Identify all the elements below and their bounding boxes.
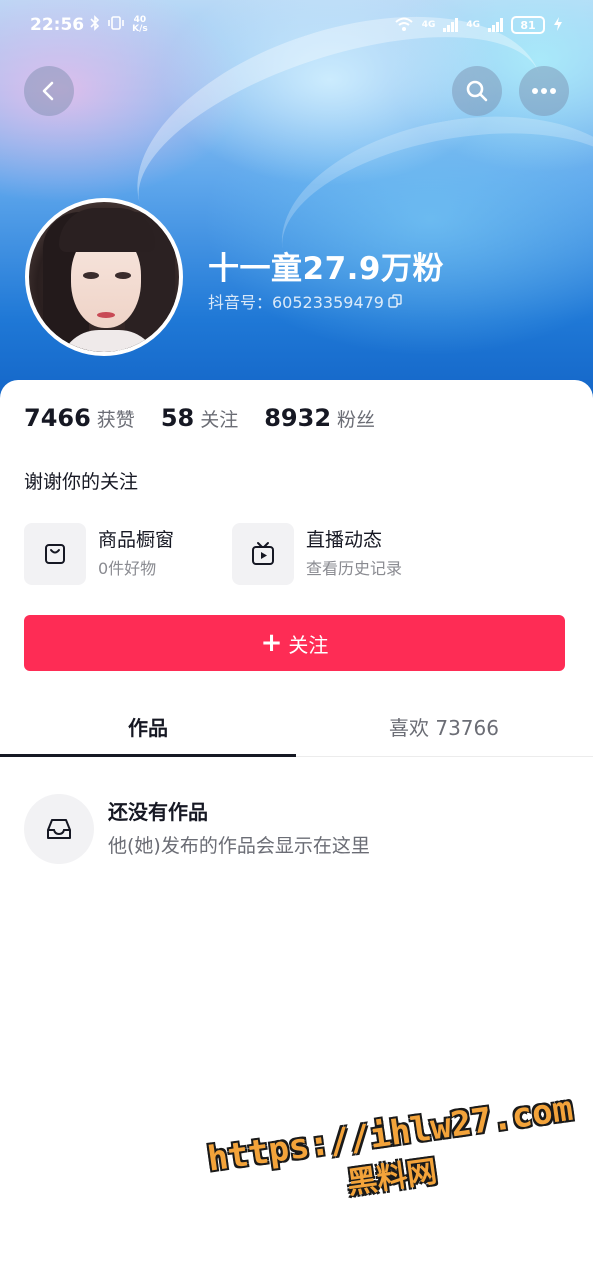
feature-live-subtitle: 查看历史记录 [306, 559, 403, 578]
wifi-icon [394, 16, 414, 35]
follow-button-label: 关注 [288, 632, 329, 657]
plus-icon: + [260, 628, 283, 658]
stat-following-label: 关注 [200, 409, 239, 431]
profile-stats: 7466 获赞 58 关注 8932 粉丝 [24, 404, 401, 432]
vibrate-icon [106, 15, 126, 36]
back-button[interactable] [24, 66, 74, 116]
status-bar: 22:56 40 K/s 4G 4G 81 [0, 0, 593, 50]
stat-followers[interactable]: 8932 粉丝 [264, 404, 375, 432]
charging-icon [553, 16, 563, 35]
tab-works[interactable]: 作品 [0, 696, 296, 757]
feature-live-history[interactable]: 直播动态 查看历史记录 [232, 523, 402, 585]
stat-likes[interactable]: 7466 获赞 [24, 404, 135, 432]
stat-followers-label: 粉丝 [337, 409, 376, 431]
profile-bio: 谢谢你的关注 [24, 471, 139, 493]
battery-indicator: 81 [511, 16, 545, 34]
bluetooth-icon [90, 14, 100, 36]
more-button[interactable] [519, 66, 569, 116]
search-button[interactable] [452, 66, 502, 116]
follow-button[interactable]: + 关注 [24, 615, 565, 671]
copy-icon[interactable] [388, 294, 402, 308]
profile-nickname: 十一童27.9万粉 [208, 251, 444, 287]
feature-shop-subtitle: 0件好物 [98, 559, 157, 578]
more-dots-icon [532, 88, 556, 94]
inbox-tray-icon [47, 819, 71, 839]
tv-play-icon [252, 542, 274, 565]
stat-following-count: 58 [160, 404, 195, 432]
tab-likes[interactable]: 喜欢 73766 [296, 696, 592, 756]
stat-likes-count: 7466 [24, 404, 91, 432]
feature-shop-window[interactable]: 商品橱窗 0件好物 [24, 523, 174, 585]
douyin-id-row[interactable]: 抖音号：60523359479 [208, 289, 402, 313]
empty-state-subtitle: 他(她)发布的作品会显示在这里 [108, 835, 370, 857]
stat-likes-label: 获赞 [96, 409, 135, 431]
network-speed-unit: K/s [132, 24, 148, 34]
status-time: 22:56 [30, 15, 85, 35]
feature-live-title: 直播动态 [306, 529, 383, 551]
profile-tabs: 作品 喜欢 73766 [0, 696, 593, 757]
stat-followers-count: 8932 [264, 404, 332, 432]
empty-state: 还没有作品 他(她)发布的作品会显示在这里 [24, 794, 370, 864]
shopping-bag-icon [45, 544, 65, 564]
signal-1-label: 4G [421, 19, 436, 30]
search-icon [466, 80, 488, 102]
avatar[interactable] [25, 198, 183, 356]
signal-bars-icon [488, 18, 503, 32]
network-speed: 40 K/s [132, 16, 148, 34]
douyin-id-text: 抖音号：60523359479 [208, 293, 384, 312]
empty-state-title: 还没有作品 [108, 800, 208, 824]
signal-bars-icon [443, 18, 459, 32]
chevron-left-icon [42, 81, 54, 101]
feature-shop-title: 商品橱窗 [98, 529, 175, 551]
signal-2-label: 4G [466, 19, 480, 30]
stat-following[interactable]: 58 关注 [161, 404, 238, 432]
